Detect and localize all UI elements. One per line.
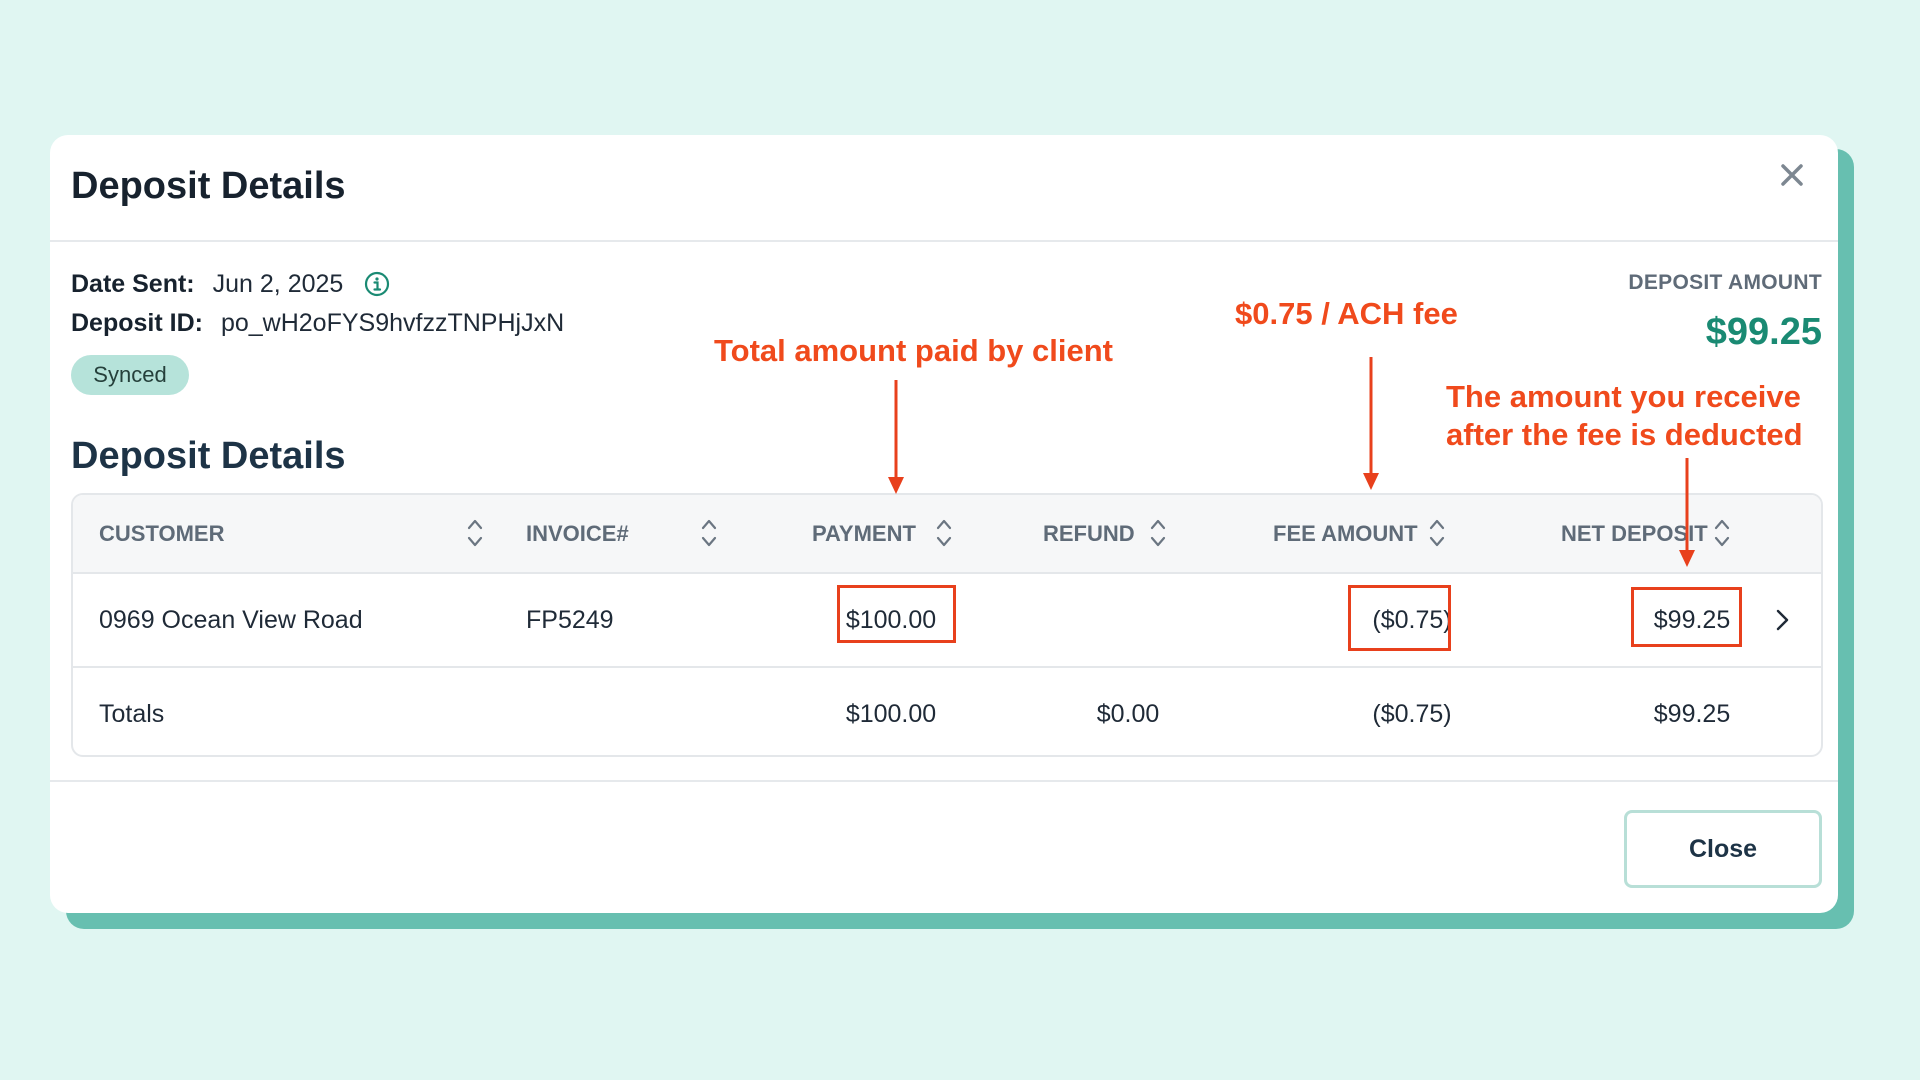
payment-arrowhead	[888, 477, 904, 494]
fee-arrowhead	[1363, 473, 1379, 490]
annotation-arrows	[888, 357, 1695, 567]
net-arrowhead	[1679, 550, 1695, 567]
